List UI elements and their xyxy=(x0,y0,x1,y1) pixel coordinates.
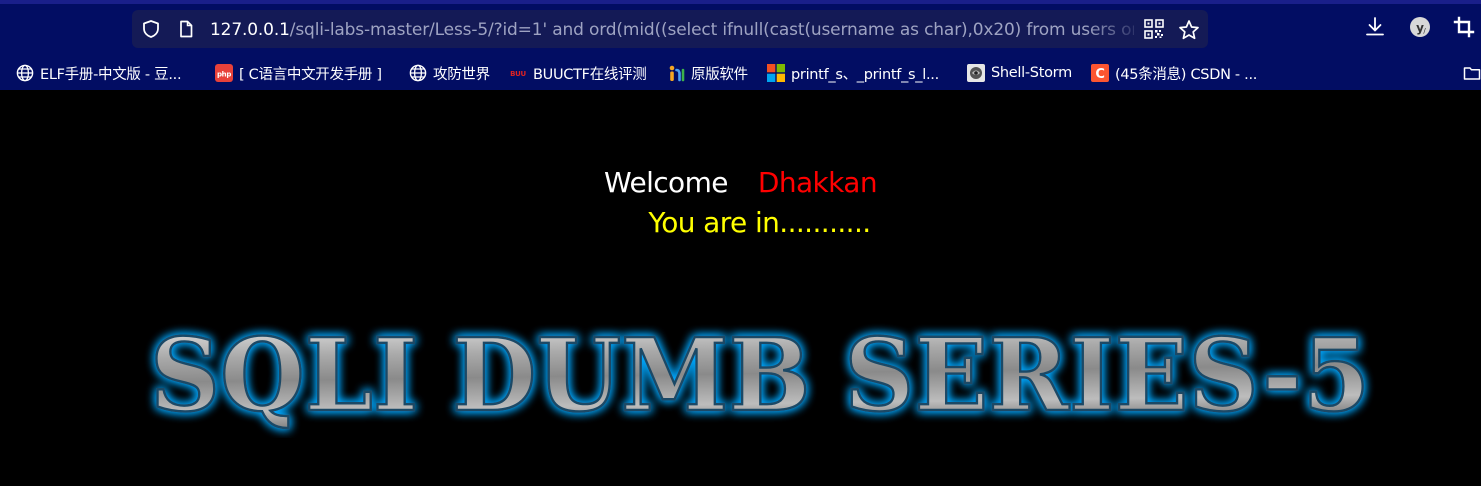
svg-text:BUU: BUU xyxy=(510,70,526,78)
welcome-line: Welcome Dhakkan xyxy=(0,164,1481,202)
page-icon[interactable] xyxy=(176,19,196,39)
bookmark-label: BUUCTF在线评测 xyxy=(533,66,647,83)
microsoft-logo-icon xyxy=(767,64,785,82)
bookmark-printf[interactable]: printf_s、_printf_s_l... xyxy=(767,61,939,85)
status-text: You are in........... xyxy=(648,206,871,239)
bookmark-label: printf_s、_printf_s_l... xyxy=(791,66,939,83)
php-logo-icon: php xyxy=(215,64,233,82)
url-fade xyxy=(1086,10,1146,48)
svg-text:php: php xyxy=(217,71,231,79)
shell-storm-logo-icon xyxy=(967,64,985,82)
crop-icon[interactable] xyxy=(1452,15,1476,39)
itellyou-logo-icon xyxy=(667,64,685,82)
bookmark-itellyou[interactable]: 原版软件 xyxy=(667,61,748,85)
extension-icon[interactable]: y / xyxy=(1408,15,1432,39)
globe-icon xyxy=(409,64,427,82)
bookmark-csdn[interactable]: C (45条消息) CSDN - ... xyxy=(1091,61,1257,85)
csdn-logo-icon: C xyxy=(1091,64,1109,82)
svg-text:C: C xyxy=(1095,67,1104,82)
bookmark-adworld[interactable]: 攻防世界 xyxy=(409,61,490,85)
bookmark-label: [ C语言中文开发手册 ] xyxy=(239,66,382,83)
bookmarks-bar: ELF手册-中文版 - 豆... php [ C语言中文开发手册 ] 攻防世界 … xyxy=(0,58,1481,88)
bookmark-label: ELF手册-中文版 - 豆... xyxy=(40,66,182,83)
qr-code-icon[interactable] xyxy=(1144,19,1164,39)
globe-icon xyxy=(16,64,34,82)
bookmark-buuctf[interactable]: BUU BUUCTF在线评测 xyxy=(509,61,647,85)
address-bar[interactable]: 127.0.0.1/sqli-labs-master/Less-5/?id=1'… xyxy=(132,10,1208,48)
bookmark-elf-manual[interactable]: ELF手册-中文版 - 豆... xyxy=(16,61,182,85)
folder-icon xyxy=(1463,64,1481,82)
shield-icon[interactable] xyxy=(141,19,161,39)
bookmark-label: 原版软件 xyxy=(691,66,748,83)
bookmark-label: 攻防世界 xyxy=(433,66,490,83)
url-host: 127.0.0.1 xyxy=(210,20,290,40)
star-icon[interactable] xyxy=(1178,19,1199,40)
other-bookmarks-folder[interactable] xyxy=(1463,61,1481,85)
browser-chrome: 127.0.0.1/sqli-labs-master/Less-5/?id=1'… xyxy=(0,0,1481,90)
welcome-text: Welcome xyxy=(604,166,728,199)
url-text[interactable]: 127.0.0.1/sqli-labs-master/Less-5/?id=1'… xyxy=(210,18,1134,42)
username-text: Dhakkan xyxy=(757,166,878,199)
sqli-dumb-series-banner: SQLI DUMB SERIES-5 xyxy=(149,318,1372,435)
url-path: /sqli-labs-master/Less-5/?id=1' and ord(… xyxy=(289,20,1134,40)
buuctf-logo-icon: BUU xyxy=(509,64,527,82)
download-icon[interactable] xyxy=(1363,15,1387,39)
bookmark-c-manual[interactable]: php [ C语言中文开发手册 ] xyxy=(215,61,382,85)
bookmark-label: Shell-Storm xyxy=(991,65,1072,81)
bookmark-shell-storm[interactable]: Shell-Storm xyxy=(967,61,1072,85)
window-top-edge xyxy=(0,0,1481,4)
banner-text: SQLI DUMB SERIES-5 xyxy=(150,318,1370,434)
page-content: Welcome Dhakkan You are in........... SQL… xyxy=(0,90,1481,486)
bookmark-label: (45条消息) CSDN - ... xyxy=(1115,66,1258,83)
